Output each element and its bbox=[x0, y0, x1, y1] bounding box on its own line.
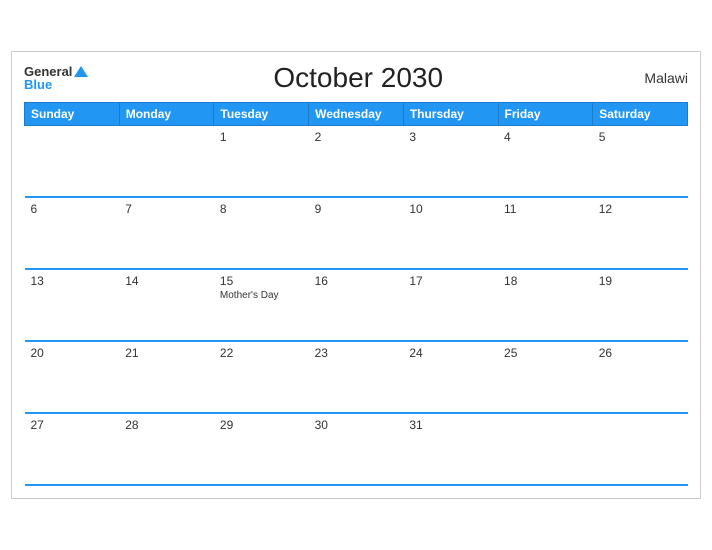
day-number: 28 bbox=[125, 418, 208, 432]
day-event: Mother's Day bbox=[220, 290, 303, 301]
day-number: 20 bbox=[31, 346, 114, 360]
weekday-header: Sunday bbox=[25, 102, 120, 125]
calendar-week-row: 6789 10 11 12 bbox=[25, 197, 688, 269]
calendar-container: General Blue October 2030 Malawi SundayM… bbox=[11, 51, 701, 500]
calendar-cell: 12 bbox=[593, 197, 688, 269]
logo-blue-text: Blue bbox=[24, 78, 88, 91]
calendar-cell: 9 bbox=[309, 197, 404, 269]
calendar-cell: 2 bbox=[309, 125, 404, 197]
weekday-header: Saturday bbox=[593, 102, 688, 125]
calendar-cell: 3 bbox=[403, 125, 498, 197]
day-number: 3 bbox=[409, 130, 492, 144]
day-number: 23 bbox=[315, 346, 398, 360]
calendar-cell: 25 bbox=[498, 341, 593, 413]
day-number: 29 bbox=[220, 418, 303, 432]
calendar-week-row: 27 28 29 30 31 bbox=[25, 413, 688, 485]
calendar-grid: SundayMondayTuesdayWednesdayThursdayFrid… bbox=[24, 102, 688, 487]
calendar-cell: 7 bbox=[119, 197, 214, 269]
day-number: 21 bbox=[125, 346, 208, 360]
calendar-cell: 21 bbox=[119, 341, 214, 413]
day-number: 14 bbox=[125, 274, 208, 288]
calendar-cell: 26 bbox=[593, 341, 688, 413]
calendar-cell: 29 bbox=[214, 413, 309, 485]
day-number: 4 bbox=[504, 130, 587, 144]
logo: General Blue bbox=[24, 65, 88, 91]
weekday-header: Tuesday bbox=[214, 102, 309, 125]
day-number: 30 bbox=[315, 418, 398, 432]
day-number: 27 bbox=[31, 418, 114, 432]
calendar-week-row: 20 21 22 23 24 25 26 bbox=[25, 341, 688, 413]
day-number: 26 bbox=[599, 346, 682, 360]
calendar-cell: 31 bbox=[403, 413, 498, 485]
day-number: 12 bbox=[599, 202, 682, 216]
day-number: 24 bbox=[409, 346, 492, 360]
calendar-cell: 5 bbox=[593, 125, 688, 197]
calendar-cell: 15 Mother's Day bbox=[214, 269, 309, 341]
day-number: 8 bbox=[220, 202, 303, 216]
calendar-cell bbox=[25, 125, 120, 197]
calendar-cell: 17 bbox=[403, 269, 498, 341]
day-number: 17 bbox=[409, 274, 492, 288]
calendar-cell: 8 bbox=[214, 197, 309, 269]
calendar-cell: 19 bbox=[593, 269, 688, 341]
calendar-title: October 2030 bbox=[88, 62, 628, 94]
day-number: 5 bbox=[599, 130, 682, 144]
calendar-week-row: 13 14 15 Mother's Day 16 17 18 19 bbox=[25, 269, 688, 341]
weekday-header: Wednesday bbox=[309, 102, 404, 125]
day-number: 9 bbox=[315, 202, 398, 216]
calendar-cell bbox=[119, 125, 214, 197]
day-number: 2 bbox=[315, 130, 398, 144]
day-number: 22 bbox=[220, 346, 303, 360]
calendar-cell bbox=[593, 413, 688, 485]
logo-general-text: General bbox=[24, 65, 72, 78]
calendar-cell: 27 bbox=[25, 413, 120, 485]
calendar-cell: 22 bbox=[214, 341, 309, 413]
calendar-cell: 24 bbox=[403, 341, 498, 413]
day-number: 1 bbox=[220, 130, 303, 144]
calendar-cell: 23 bbox=[309, 341, 404, 413]
weekday-header: Monday bbox=[119, 102, 214, 125]
calendar-cell: 4 bbox=[498, 125, 593, 197]
calendar-cell: 18 bbox=[498, 269, 593, 341]
weekday-header: Thursday bbox=[403, 102, 498, 125]
calendar-cell: 30 bbox=[309, 413, 404, 485]
calendar-cell: 1 bbox=[214, 125, 309, 197]
logo-triangle-icon bbox=[74, 66, 88, 77]
day-number: 16 bbox=[315, 274, 398, 288]
weekday-header: Friday bbox=[498, 102, 593, 125]
calendar-week-row: 12345 bbox=[25, 125, 688, 197]
day-number: 19 bbox=[599, 274, 682, 288]
day-number: 7 bbox=[125, 202, 208, 216]
calendar-country: Malawi bbox=[628, 70, 688, 86]
calendar-cell: 13 bbox=[25, 269, 120, 341]
day-number: 13 bbox=[31, 274, 114, 288]
day-number: 25 bbox=[504, 346, 587, 360]
calendar-cell: 16 bbox=[309, 269, 404, 341]
calendar-cell bbox=[498, 413, 593, 485]
weekday-header-row: SundayMondayTuesdayWednesdayThursdayFrid… bbox=[25, 102, 688, 125]
day-number: 31 bbox=[409, 418, 492, 432]
calendar-header: General Blue October 2030 Malawi bbox=[24, 62, 688, 94]
calendar-cell: 28 bbox=[119, 413, 214, 485]
calendar-cell: 11 bbox=[498, 197, 593, 269]
day-number: 11 bbox=[504, 202, 587, 216]
day-number: 15 bbox=[220, 274, 303, 288]
day-number: 18 bbox=[504, 274, 587, 288]
day-number: 10 bbox=[409, 202, 492, 216]
calendar-cell: 10 bbox=[403, 197, 498, 269]
calendar-cell: 14 bbox=[119, 269, 214, 341]
calendar-cell: 6 bbox=[25, 197, 120, 269]
calendar-cell: 20 bbox=[25, 341, 120, 413]
day-number: 6 bbox=[31, 202, 114, 216]
